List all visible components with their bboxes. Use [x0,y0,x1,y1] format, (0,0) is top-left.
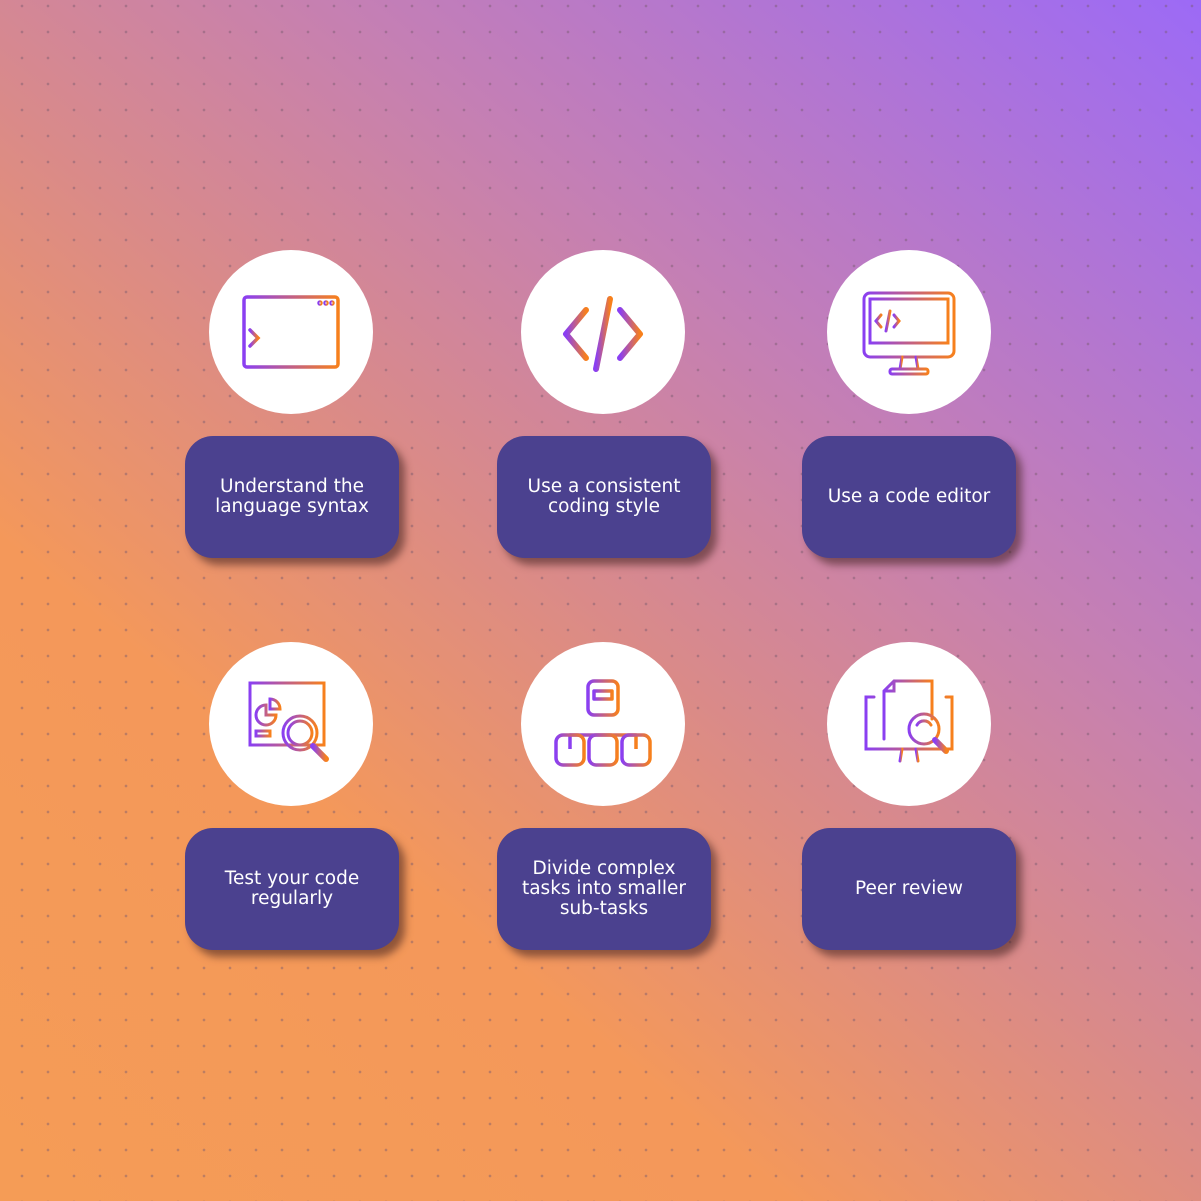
tip-card: Divide complex tasks into smaller sub-ta… [497,828,711,950]
tip-label: Peer review [855,878,963,899]
tip-card: Use a consistent coding style [497,436,711,558]
document-review-icon [864,679,954,765]
dot-pattern [0,0,1201,1201]
tip-label: Understand the language syntax [215,476,369,517]
tip-label: Test your code regularly [224,868,360,909]
tip-label: Use a consistent coding style [527,476,681,517]
analytics-magnifier-icon [248,681,329,762]
tip-label: Use a code editor [827,486,991,507]
icon-circle [209,642,373,806]
tip-card: Test your code regularly [185,828,399,950]
icon-circle [827,250,991,414]
hierarchy-icon [554,679,652,767]
monitor-code-icon [862,291,956,376]
icon-circle [521,642,685,806]
icon-circle [827,642,991,806]
tip-card: Understand the language syntax [185,436,399,558]
tip-card: Peer review [802,828,1016,950]
terminal-window-icon [242,295,340,369]
tip-label: Divide complex tasks into smaller sub-ta… [521,858,687,919]
code-brackets-icon [563,296,643,372]
icon-circle [521,250,685,414]
icon-circle [209,250,373,414]
tip-card: Use a code editor [802,436,1016,558]
